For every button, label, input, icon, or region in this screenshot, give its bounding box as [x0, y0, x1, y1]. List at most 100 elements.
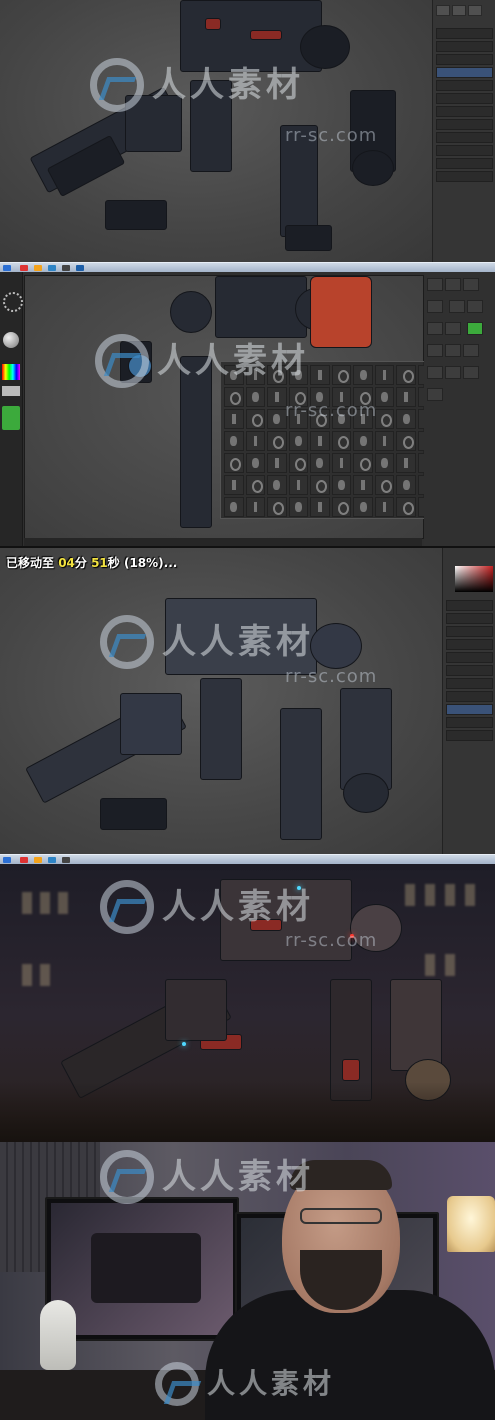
brush-thumbnail[interactable] [396, 475, 416, 495]
brush-thumbnail[interactable] [224, 409, 244, 429]
brush-thumbnail[interactable] [288, 497, 309, 517]
windows-start-icon[interactable] [3, 265, 11, 271]
brush-thumbnail[interactable] [396, 431, 416, 451]
brush-thumbnail[interactable] [310, 453, 330, 473]
layer-row[interactable] [436, 80, 493, 91]
brush-thumbnail[interactable] [288, 453, 309, 473]
brush-thumbnail[interactable] [245, 497, 266, 517]
brush-thumbnail[interactable] [374, 431, 395, 451]
layer-row[interactable] [446, 730, 493, 741]
brush-thumbnail[interactable] [374, 365, 395, 385]
brush-thumbnail[interactable] [224, 453, 244, 473]
tool-slot[interactable] [449, 300, 466, 313]
layer-row[interactable] [436, 145, 493, 156]
brush-thumbnail[interactable] [224, 431, 244, 451]
brush-thumbnail[interactable] [396, 409, 416, 429]
layer-row-selected[interactable] [446, 704, 493, 715]
panel-button[interactable] [452, 5, 466, 16]
color-picker[interactable] [2, 364, 20, 380]
taskbar-app-icon[interactable] [62, 857, 70, 863]
color-swatch[interactable] [2, 386, 20, 396]
brush-thumbnail[interactable] [353, 475, 373, 495]
brush-thumbnail[interactable] [224, 365, 244, 385]
tool-slot[interactable] [427, 388, 443, 401]
brush-thumbnail[interactable] [331, 453, 352, 473]
taskbar-app-icon[interactable] [20, 265, 28, 271]
brush-thumbnail[interactable] [267, 409, 287, 429]
tool-slot[interactable] [445, 322, 461, 335]
brush-thumbnail[interactable] [396, 365, 416, 385]
brush-thumbnail[interactable] [267, 475, 287, 495]
taskbar-app-icon[interactable] [48, 857, 56, 863]
brush-thumbnail[interactable] [267, 453, 287, 473]
material-sphere-icon[interactable] [3, 332, 19, 348]
layer-row[interactable] [446, 639, 493, 650]
taskbar-app-icon[interactable] [34, 265, 42, 271]
brush-thumbnail[interactable] [396, 387, 416, 407]
brush-thumbnail[interactable] [353, 453, 373, 473]
brush-thumbnail[interactable] [353, 497, 373, 517]
layer-row[interactable] [436, 158, 493, 169]
texture-thumbnail[interactable] [2, 406, 20, 430]
taskbar-app-icon[interactable] [48, 265, 56, 271]
panel-button[interactable] [468, 5, 482, 16]
tool-slot[interactable] [445, 278, 461, 291]
tool-slot[interactable] [427, 300, 443, 313]
brush-thumbnail[interactable] [310, 365, 330, 385]
brush-thumbnail[interactable] [310, 475, 330, 495]
tool-slot[interactable] [445, 344, 461, 357]
layer-row[interactable] [446, 691, 493, 702]
brush-thumbnail[interactable] [310, 497, 330, 517]
brush-thumbnail[interactable] [267, 497, 287, 517]
brush-icon[interactable] [3, 292, 23, 312]
brush-thumbnail[interactable] [288, 365, 309, 385]
brush-thumbnail[interactable] [267, 387, 287, 407]
layer-row[interactable] [446, 613, 493, 624]
layer-row[interactable] [436, 119, 493, 130]
brush-thumbnail[interactable] [267, 431, 287, 451]
brush-thumbnail[interactable] [245, 409, 266, 429]
taskbar-app-icon[interactable] [62, 265, 70, 271]
tool-slot[interactable] [427, 366, 443, 379]
brush-thumbnail[interactable] [245, 365, 266, 385]
brush-thumbnail[interactable] [267, 365, 287, 385]
layer-row[interactable] [446, 600, 493, 611]
brush-thumbnail[interactable] [331, 497, 352, 517]
taskbar-app-icon[interactable] [34, 857, 42, 863]
tool-slot[interactable] [463, 344, 479, 357]
tool-slot[interactable] [463, 278, 479, 291]
layer-row-selected[interactable] [436, 67, 493, 78]
brush-thumbnail[interactable] [331, 431, 352, 451]
brush-thumbnail[interactable] [353, 365, 373, 385]
brush-thumbnail[interactable] [310, 431, 330, 451]
taskbar-app-icon[interactable] [20, 857, 28, 863]
windows-start-icon[interactable] [3, 857, 11, 863]
layer-row[interactable] [436, 93, 493, 104]
layer-row[interactable] [446, 626, 493, 637]
brush-thumbnail[interactable] [288, 431, 309, 451]
brush-thumbnail[interactable] [224, 387, 244, 407]
layer-row[interactable] [436, 28, 493, 39]
layer-row[interactable] [446, 665, 493, 676]
brush-thumbnail[interactable] [331, 365, 352, 385]
layer-row[interactable] [446, 717, 493, 728]
layer-row[interactable] [436, 41, 493, 52]
brush-thumbnail[interactable] [245, 453, 266, 473]
tool-slot[interactable] [463, 366, 479, 379]
layer-row[interactable] [436, 106, 493, 117]
brush-thumbnail[interactable] [245, 475, 266, 495]
tool-slot[interactable] [427, 344, 443, 357]
layer-row[interactable] [436, 54, 493, 65]
brush-thumbnail[interactable] [396, 497, 416, 517]
color-picker[interactable] [455, 566, 493, 592]
brush-thumbnail[interactable] [374, 475, 395, 495]
layer-row[interactable] [446, 678, 493, 689]
layer-row[interactable] [436, 171, 493, 182]
brush-thumbnail[interactable] [374, 409, 395, 429]
brush-thumbnail[interactable] [396, 453, 416, 473]
layer-row[interactable] [446, 652, 493, 663]
brush-thumbnail[interactable] [331, 475, 352, 495]
panel-button[interactable] [436, 5, 450, 16]
brush-thumbnail[interactable] [245, 431, 266, 451]
photoshop-canvas[interactable] [0, 548, 442, 854]
